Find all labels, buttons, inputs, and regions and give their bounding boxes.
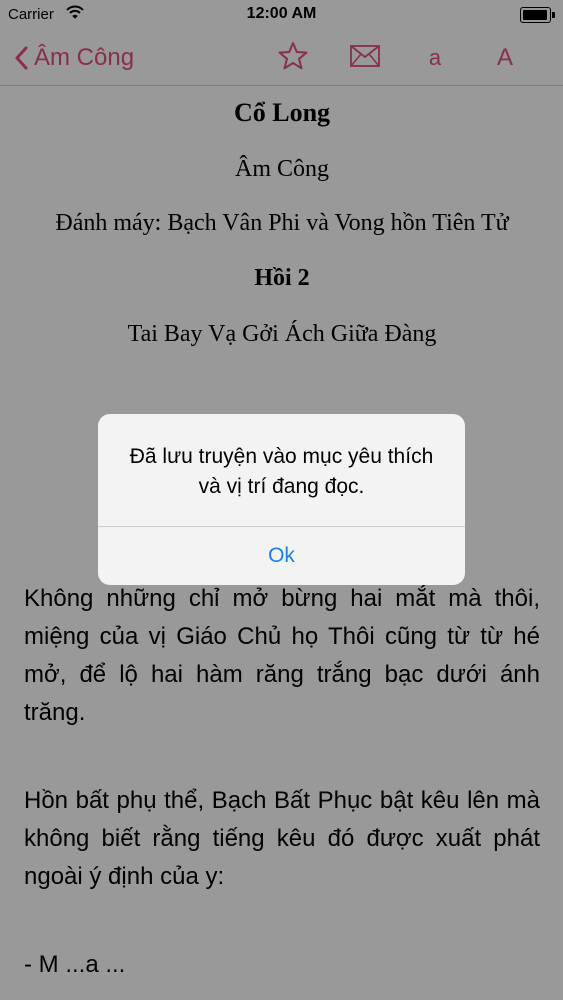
saved-alert-dialog: Đã lưu truyện vào mục yêu thích và vị tr… (98, 414, 465, 585)
alert-ok-button[interactable]: Ok (98, 527, 465, 585)
alert-message: Đã lưu truyện vào mục yêu thích và vị tr… (129, 445, 434, 498)
